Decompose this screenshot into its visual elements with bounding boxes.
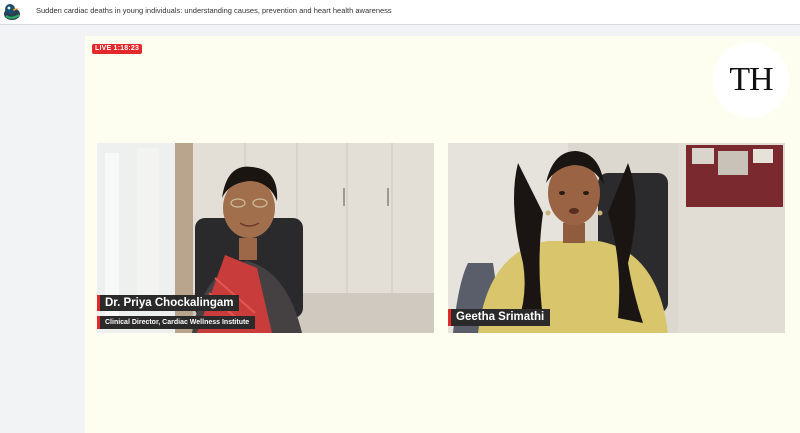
- participant-video-1[interactable]: Dr. Priya Chockalingam Clinical Director…: [97, 143, 434, 333]
- top-bar: Sudden cardiac deaths in young individua…: [0, 0, 800, 25]
- participant-name: Geetha Srimathi: [448, 309, 551, 326]
- participant-2-feed: [448, 143, 785, 333]
- video-stage: LIVE 1:18:23 TH Dr. Priya Chockalingam C…: [85, 36, 800, 433]
- the-hindu-logo: TH: [713, 42, 789, 118]
- page-title: Sudden cardiac deaths in young individua…: [36, 6, 392, 15]
- participant-video-2[interactable]: Geetha Srimathi: [448, 143, 785, 333]
- participant-role: Clinical Director, Cardiac Wellness Inst…: [97, 316, 256, 329]
- participant-name: Dr. Priya Chockalingam: [97, 295, 240, 311]
- live-badge: LIVE 1:18:23: [92, 44, 143, 54]
- logo-text: TH: [729, 61, 773, 98]
- duck-logo-icon[interactable]: [2, 3, 22, 21]
